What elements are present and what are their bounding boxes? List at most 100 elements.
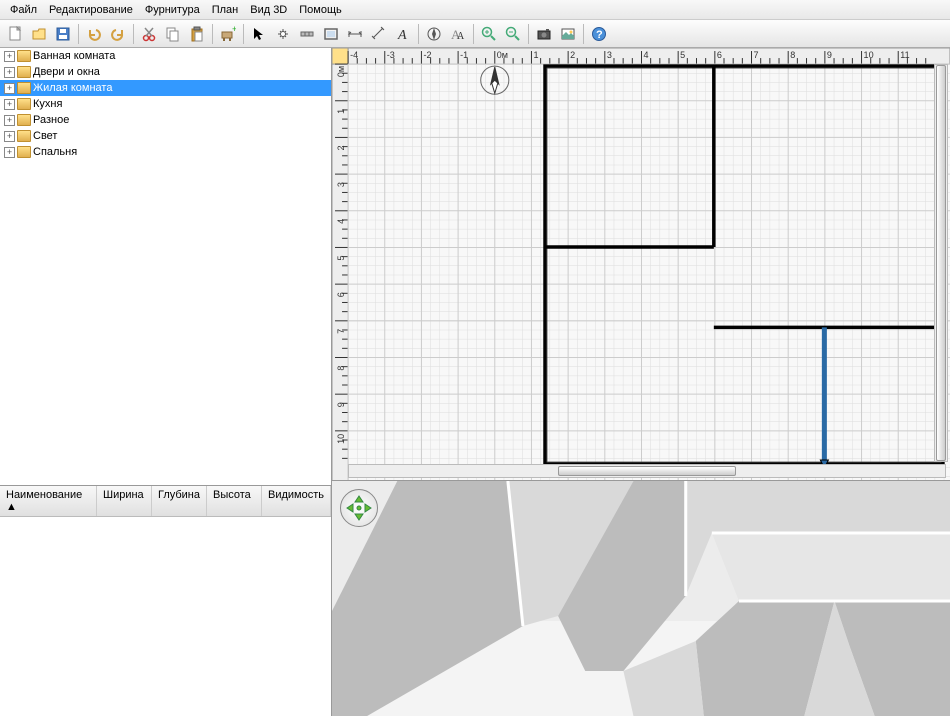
- new-file-icon[interactable]: [4, 23, 26, 45]
- camera-icon[interactable]: [533, 23, 555, 45]
- open-icon[interactable]: [28, 23, 50, 45]
- toolbar-separator: [418, 24, 419, 44]
- tree-item[interactable]: + Двери и окна: [0, 64, 331, 80]
- table-header: Наименование ▲ Ширина Глубина Высота Вид…: [0, 486, 331, 517]
- cut-icon[interactable]: [138, 23, 160, 45]
- furniture-tree[interactable]: + Ванная комната + Двери и окна + Жилая ком…: [0, 48, 331, 486]
- plan-canvas[interactable]: -4-3-2-10м1234567891011 0м12345678910: [332, 48, 950, 481]
- toolbar-separator: [78, 24, 79, 44]
- dimension-icon[interactable]: [344, 23, 366, 45]
- expand-icon[interactable]: +: [4, 147, 15, 158]
- zoom-out-icon[interactable]: [502, 23, 524, 45]
- svg-text:0м: 0м: [497, 50, 508, 60]
- tree-label: Спальня: [33, 146, 77, 158]
- svg-text:A: A: [457, 31, 465, 42]
- svg-text:9: 9: [827, 50, 832, 60]
- col-width[interactable]: Ширина: [97, 486, 152, 516]
- compass-icon[interactable]: [423, 23, 445, 45]
- copy-icon[interactable]: [162, 23, 184, 45]
- svg-text:3: 3: [336, 182, 346, 187]
- toolbar: + A AA ?: [0, 20, 950, 48]
- menu-furniture[interactable]: Фурнитура: [139, 2, 206, 18]
- col-visibility[interactable]: Видимость: [262, 486, 331, 516]
- tree-label: Кухня: [33, 98, 62, 110]
- tree-item[interactable]: + Свет: [0, 128, 331, 144]
- col-height[interactable]: Высота: [207, 486, 262, 516]
- svg-text:1: 1: [533, 50, 538, 60]
- tree-label: Двери и окна: [33, 66, 100, 78]
- menu-file[interactable]: Файл: [4, 2, 43, 18]
- paste-icon[interactable]: [186, 23, 208, 45]
- plan-scrollbar-vertical[interactable]: [934, 64, 948, 462]
- folder-icon: [17, 98, 31, 110]
- expand-icon[interactable]: +: [4, 83, 15, 94]
- add-furniture-icon[interactable]: +: [217, 23, 239, 45]
- tree-label: Ванная комната: [33, 50, 115, 62]
- tree-item[interactable]: +Разное: [0, 112, 331, 128]
- menubar: Файл Редактирование Фурнитура План Вид 3…: [0, 0, 950, 20]
- expand-icon[interactable]: +: [4, 131, 15, 142]
- expand-icon[interactable]: +: [4, 115, 15, 126]
- scrollbar-thumb[interactable]: [558, 466, 737, 476]
- col-depth[interactable]: Глубина: [152, 486, 207, 516]
- folder-icon: [17, 130, 31, 142]
- tree-label: Свет: [33, 130, 57, 142]
- 3d-view[interactable]: [332, 481, 950, 716]
- undo-icon[interactable]: [83, 23, 105, 45]
- dimension2-icon[interactable]: [368, 23, 390, 45]
- svg-text:8: 8: [790, 50, 795, 60]
- room-icon[interactable]: [320, 23, 342, 45]
- help-icon[interactable]: ?: [588, 23, 610, 45]
- photo-icon[interactable]: [557, 23, 579, 45]
- toolbar-separator: [243, 24, 244, 44]
- plan-scrollbar-horizontal[interactable]: [348, 464, 946, 478]
- svg-text:-1: -1: [460, 50, 468, 60]
- svg-text:-2: -2: [423, 50, 431, 60]
- svg-text:4: 4: [643, 50, 648, 60]
- svg-text:11: 11: [900, 50, 909, 60]
- tree-item[interactable]: + Спальня: [0, 144, 331, 160]
- tree-label: Жилая комната: [33, 82, 112, 94]
- text-style-icon[interactable]: AA: [447, 23, 469, 45]
- svg-text:10: 10: [864, 50, 874, 60]
- zoom-in-icon[interactable]: [478, 23, 500, 45]
- menu-plan[interactable]: План: [206, 2, 245, 18]
- tree-item[interactable]: + Жилая комната: [0, 80, 331, 96]
- toolbar-separator: [528, 24, 529, 44]
- svg-text:4: 4: [336, 219, 346, 224]
- svg-text:7: 7: [336, 329, 346, 334]
- pointer-icon[interactable]: [248, 23, 270, 45]
- expand-icon[interactable]: +: [4, 67, 15, 78]
- menu-edit[interactable]: Редактирование: [43, 2, 139, 18]
- svg-text:10: 10: [336, 434, 346, 444]
- plan-view[interactable]: -4-3-2-10м1234567891011 0м12345678910: [332, 48, 950, 481]
- folder-icon: [17, 66, 31, 78]
- svg-text:0м: 0м: [336, 66, 346, 77]
- tree-item[interactable]: + Кухня: [0, 96, 331, 112]
- pan-icon[interactable]: [272, 23, 294, 45]
- svg-text:?: ?: [596, 29, 603, 41]
- redo-icon[interactable]: [107, 23, 129, 45]
- svg-text:5: 5: [680, 50, 685, 60]
- wall-icon[interactable]: [296, 23, 318, 45]
- tree-item[interactable]: + Ванная комната: [0, 48, 331, 64]
- expand-icon[interactable]: +: [4, 51, 15, 62]
- svg-text:5: 5: [336, 255, 346, 260]
- svg-text:-4: -4: [350, 50, 358, 60]
- furniture-table: Наименование ▲ Ширина Глубина Высота Вид…: [0, 486, 331, 716]
- menu-view3d[interactable]: Вид 3D: [244, 2, 293, 18]
- toolbar-separator: [473, 24, 474, 44]
- save-icon[interactable]: [52, 23, 74, 45]
- col-name[interactable]: Наименование ▲: [0, 486, 97, 516]
- text-icon[interactable]: A: [392, 23, 414, 45]
- expand-icon[interactable]: +: [4, 99, 15, 110]
- 3d-nav-control[interactable]: [340, 489, 378, 527]
- menu-help[interactable]: Помощь: [293, 2, 348, 18]
- scrollbar-thumb[interactable]: [936, 65, 946, 461]
- svg-text:1: 1: [336, 109, 346, 114]
- svg-text:2: 2: [570, 50, 575, 60]
- toolbar-separator: [583, 24, 584, 44]
- svg-text:A: A: [397, 28, 407, 42]
- folder-icon: [17, 82, 31, 94]
- 3d-canvas[interactable]: [332, 481, 950, 716]
